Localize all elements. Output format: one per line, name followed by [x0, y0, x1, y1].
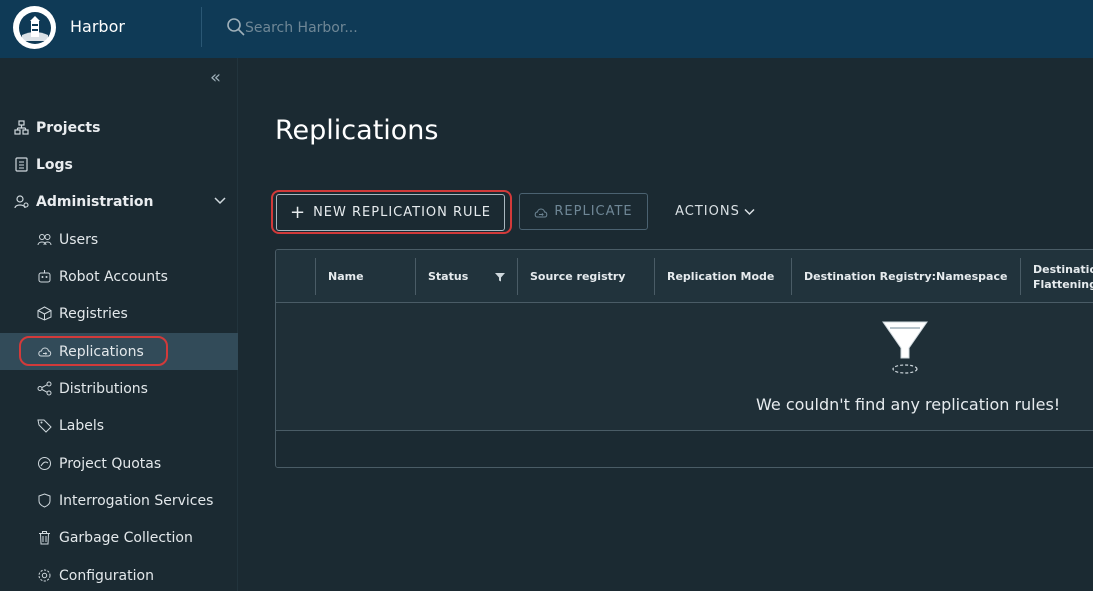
empty-state-message: We couldn't find any replication rules! [756, 395, 1061, 414]
replication-rules-table: Name Status Source registry Replication … [275, 249, 1093, 468]
new-replication-rule-label: NEW REPLICATION RULE [313, 205, 491, 220]
sidebar-item-projects[interactable]: Projects [0, 109, 238, 146]
sidebar-item-label: Configuration [59, 567, 154, 584]
sidebar-item-label: Interrogation Services [59, 492, 214, 509]
top-header: Harbor [0, 0, 1093, 58]
table-footer [276, 430, 1093, 467]
projects-icon [14, 120, 29, 135]
column-header-replication-mode[interactable]: Replication Mode [655, 250, 791, 303]
replicate-icon [534, 205, 548, 219]
interrogation-icon [37, 493, 52, 508]
app-title[interactable]: Harbor [70, 17, 125, 36]
sidebar-item-labels[interactable]: Labels [0, 407, 238, 444]
chevron-down-icon[interactable] [214, 194, 226, 210]
sidebar-item-label: Project Quotas [59, 455, 162, 472]
sidebar-item-label: Logs [36, 156, 73, 173]
administration-icon [14, 194, 29, 209]
chevron-down-icon [744, 206, 755, 217]
sidebar-item-configuration[interactable]: Configuration [0, 557, 238, 591]
registries-icon [37, 306, 52, 321]
table-body: We couldn't find any replication rules! [276, 303, 1093, 430]
sidebar-item-project-quotas[interactable]: Project Quotas [0, 445, 238, 482]
sidebar-item-administration[interactable]: Administration [0, 183, 238, 220]
users-icon [37, 232, 52, 247]
new-replication-rule-button[interactable]: + NEW REPLICATION RULE [276, 194, 505, 231]
column-header-line: Flattening [1033, 277, 1093, 291]
sidebar-item-label: Registries [59, 305, 128, 322]
gear-icon [37, 568, 52, 583]
plus-icon: + [289, 201, 307, 223]
sidebar-item-label: Distributions [59, 380, 148, 397]
column-header-source-registry[interactable]: Source registry [518, 250, 655, 303]
sidebar-item-label: Garbage Collection [59, 529, 193, 546]
trash-icon [37, 530, 52, 545]
filter-icon[interactable] [495, 272, 505, 282]
sidebar-item-garbage-collection[interactable]: Garbage Collection [0, 519, 238, 556]
sidebar-item-distributions[interactable]: Distributions [0, 370, 238, 407]
header-divider [201, 7, 202, 47]
search-icon[interactable] [226, 17, 246, 41]
page-title: Replications [275, 115, 439, 146]
search-input[interactable] [245, 15, 545, 41]
empty-state-filter-icon [878, 318, 932, 380]
robot-icon [37, 269, 52, 284]
collapse-sidebar-icon[interactable]: « [210, 67, 221, 88]
sidebar: « Projects Logs Administration Users Rob… [0, 58, 238, 591]
sidebar-item-logs[interactable]: Logs [0, 146, 238, 183]
sidebar-item-registries[interactable]: Registries [0, 295, 238, 332]
replicate-label: REPLICATE [554, 204, 633, 219]
labels-icon [37, 418, 52, 433]
quotas-icon [37, 456, 52, 471]
replicate-button[interactable]: REPLICATE [519, 193, 648, 230]
column-header-name[interactable]: Name [316, 250, 415, 303]
column-header-status[interactable]: Status [416, 250, 517, 303]
sidebar-item-label: Labels [59, 417, 105, 434]
sidebar-item-label: Robot Accounts [59, 268, 168, 285]
sidebar-item-label: Projects [36, 119, 101, 136]
distributions-icon [37, 381, 52, 396]
column-header-status-label: Status [428, 270, 469, 283]
sidebar-item-label: Administration [36, 193, 154, 210]
sidebar-item-users[interactable]: Users [0, 221, 238, 258]
highlight-ring-replications [19, 336, 168, 366]
sidebar-item-robot-accounts[interactable]: Robot Accounts [0, 258, 238, 295]
table-header: Name Status Source registry Replication … [276, 250, 1093, 303]
logs-icon [14, 157, 29, 172]
actions-dropdown-button[interactable]: ACTIONS [665, 193, 765, 230]
harbor-logo-icon[interactable] [13, 6, 56, 49]
column-header-destination-flattening[interactable]: Destination Flattening [1021, 250, 1093, 303]
sidebar-item-interrogation-services[interactable]: Interrogation Services [0, 482, 238, 519]
column-header-destination-namespace[interactable]: Destination Registry:Namespace [792, 250, 1020, 303]
sidebar-item-label: Users [59, 231, 99, 248]
column-header-line: Destination [1033, 262, 1093, 276]
actions-label: ACTIONS [675, 204, 740, 219]
